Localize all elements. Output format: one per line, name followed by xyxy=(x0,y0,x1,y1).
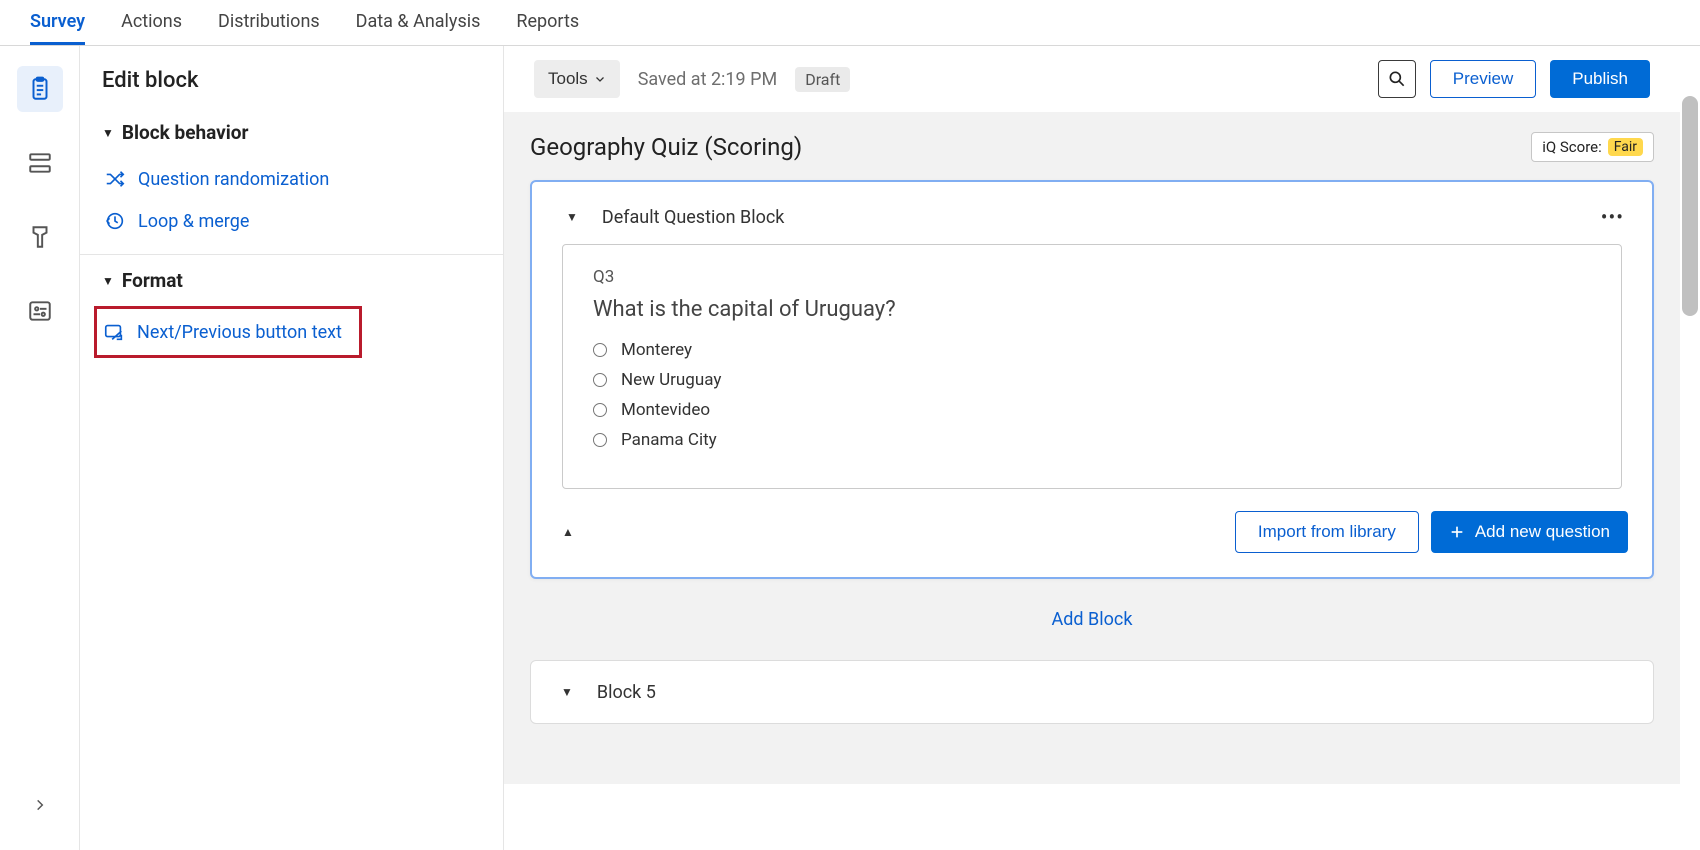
tab-distributions[interactable]: Distributions xyxy=(218,0,320,45)
section-block-behavior[interactable]: ▼ Block behavior xyxy=(102,121,481,144)
block-menu-icon[interactable]: ••• xyxy=(1601,205,1624,229)
draft-badge: Draft xyxy=(795,67,850,92)
radio-icon[interactable] xyxy=(593,343,607,357)
divider xyxy=(80,254,503,255)
section-format[interactable]: ▼ Format xyxy=(102,269,481,292)
block-expand-up-icon[interactable]: ▲ xyxy=(556,519,580,545)
add-block-link[interactable]: Add Block xyxy=(530,609,1654,630)
link-loop-merge[interactable]: Loop & merge xyxy=(102,200,481,242)
rail-flow-icon[interactable] xyxy=(17,140,63,186)
tools-label: Tools xyxy=(548,69,588,89)
block-collapse-icon[interactable]: ▼ xyxy=(555,679,579,705)
tab-reports[interactable]: Reports xyxy=(516,0,579,45)
plus-icon xyxy=(1449,524,1465,540)
iq-score-pill[interactable]: iQ Score: Fair xyxy=(1531,132,1654,162)
choice-label: New Uruguay xyxy=(621,370,721,390)
rail-expand-icon[interactable] xyxy=(25,790,55,820)
rail-options-icon[interactable] xyxy=(17,288,63,334)
panel-title: Edit block xyxy=(102,68,481,93)
block-collapse-icon[interactable]: ▼ xyxy=(560,204,584,230)
block-title: Default Question Block xyxy=(602,207,785,228)
radio-icon[interactable] xyxy=(593,373,607,387)
question-block-card[interactable]: ▼ Default Question Block ••• Q3 What is … xyxy=(530,180,1654,579)
link-nav-button-text[interactable]: Next/Previous button text xyxy=(101,311,355,353)
question-text: What is the capital of Uruguay? xyxy=(593,297,1591,322)
canvas: Geography Quiz (Scoring) iQ Score: Fair … xyxy=(504,112,1680,784)
preview-button[interactable]: Preview xyxy=(1430,60,1536,98)
chevron-down-icon xyxy=(594,73,606,85)
radio-icon[interactable] xyxy=(593,403,607,417)
rail-look-feel-icon[interactable] xyxy=(17,214,63,260)
iq-value: Fair xyxy=(1608,138,1643,156)
import-from-library-button[interactable]: Import from library xyxy=(1235,511,1419,553)
link-label: Question randomization xyxy=(138,169,329,190)
icon-rail xyxy=(0,46,80,850)
iq-label: iQ Score: xyxy=(1542,138,1602,156)
highlighted-link: Next/Previous button text xyxy=(94,306,362,358)
question-id: Q3 xyxy=(593,267,1591,287)
section-label: Format xyxy=(122,269,183,292)
choice-label: Monterey xyxy=(621,340,692,360)
section-label: Block behavior xyxy=(122,121,249,144)
link-question-randomization[interactable]: Question randomization xyxy=(102,158,481,200)
add-question-label: Add new question xyxy=(1475,522,1610,542)
block-title: Block 5 xyxy=(597,682,656,703)
caret-down-icon: ▼ xyxy=(102,274,114,288)
caret-down-icon: ▼ xyxy=(102,126,114,140)
tools-button[interactable]: Tools xyxy=(534,60,620,98)
radio-icon[interactable] xyxy=(593,433,607,447)
link-label: Next/Previous button text xyxy=(137,322,342,343)
saved-status: Saved at 2:19 PM xyxy=(638,69,778,90)
rail-builder-icon[interactable] xyxy=(17,66,63,112)
content-area: Tools Saved at 2:19 PM Draft Preview Pub… xyxy=(504,46,1700,850)
choice-label: Panama City xyxy=(621,430,717,450)
scrollbar[interactable] xyxy=(1682,96,1698,316)
choice-row[interactable]: Monterey xyxy=(593,340,1591,360)
top-tabs: Survey Actions Distributions Data & Anal… xyxy=(0,0,1700,46)
choice-row[interactable]: Panama City xyxy=(593,430,1591,450)
choice-label: Montevideo xyxy=(621,400,710,420)
tab-data-analysis[interactable]: Data & Analysis xyxy=(356,0,481,45)
content-toolbar: Tools Saved at 2:19 PM Draft Preview Pub… xyxy=(504,46,1680,112)
choice-row[interactable]: New Uruguay xyxy=(593,370,1591,390)
tab-survey[interactable]: Survey xyxy=(30,0,85,45)
left-panel: Edit block ▼ Block behavior Question ran… xyxy=(80,46,504,850)
next-block-card[interactable]: ▼ Block 5 xyxy=(530,660,1654,724)
question-box[interactable]: Q3 What is the capital of Uruguay? Monte… xyxy=(562,244,1622,489)
tab-actions[interactable]: Actions xyxy=(121,0,182,45)
survey-title: Geography Quiz (Scoring) xyxy=(530,133,802,161)
link-label: Loop & merge xyxy=(138,211,249,232)
publish-button[interactable]: Publish xyxy=(1550,60,1650,98)
add-new-question-button[interactable]: Add new question xyxy=(1431,511,1628,553)
search-button[interactable] xyxy=(1378,60,1416,98)
search-icon xyxy=(1387,69,1407,89)
choice-row[interactable]: Montevideo xyxy=(593,400,1591,420)
